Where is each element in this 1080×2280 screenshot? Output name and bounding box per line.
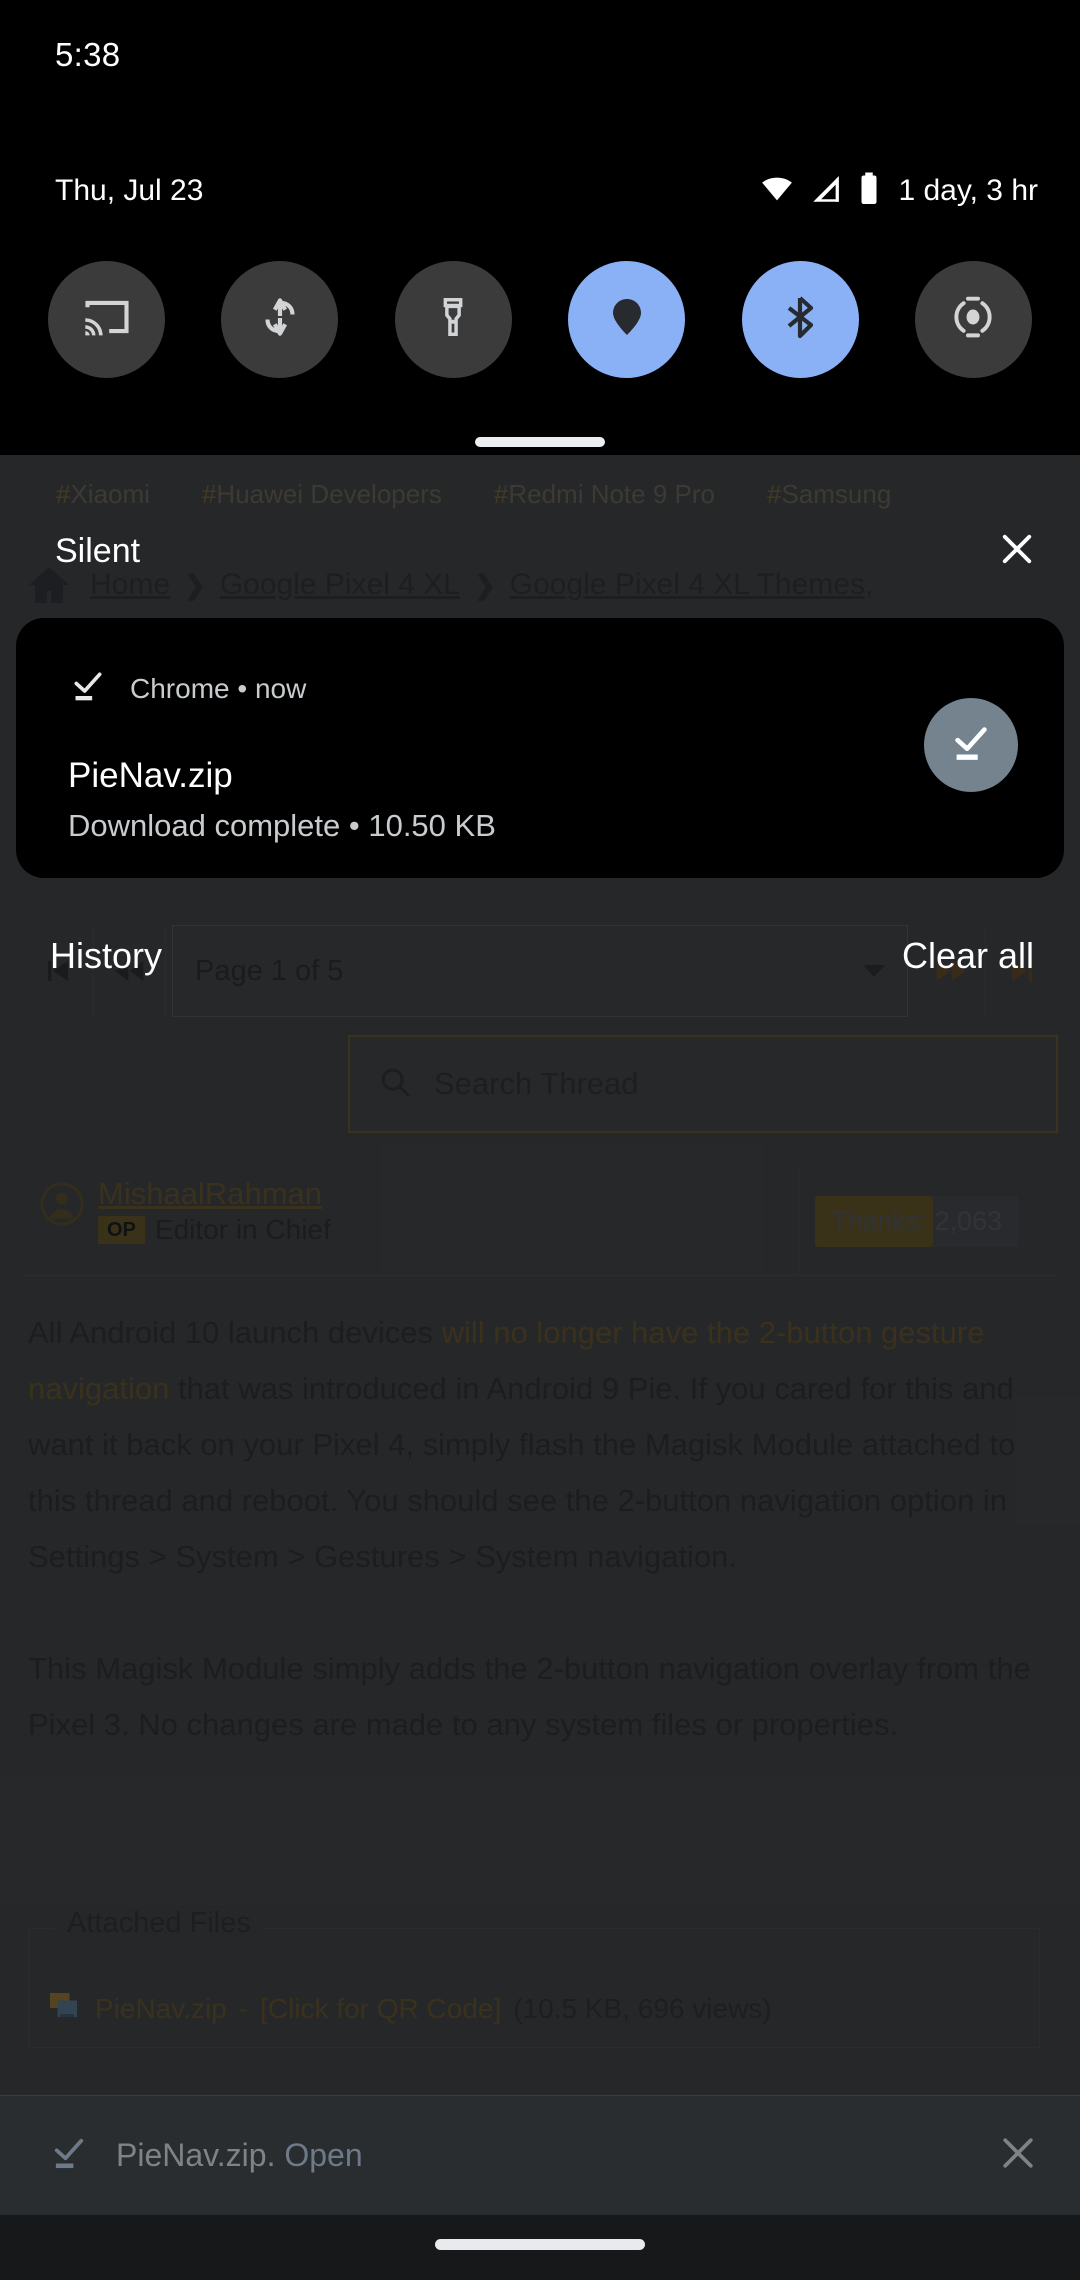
quick-tile-nfc[interactable] — [914, 260, 1032, 378]
download-done-icon — [68, 666, 108, 711]
thanks-badge: Thanks: 2,063 — [815, 1196, 1019, 1247]
notification-shade: 5:38 Thu, Jul 23 1 day, 3 hr — [0, 0, 1080, 455]
attachment-filename: PieNav.zip — [95, 1992, 227, 2024]
separator-dot: • — [237, 672, 248, 704]
status-bar: 5:38 — [0, 0, 1080, 110]
chrome-download-bar: PieNav.zip. Open — [0, 2095, 1080, 2215]
download-open-link[interactable]: Open — [284, 2137, 362, 2173]
download-filename: PieNav.zip. — [116, 2137, 276, 2173]
post-author-username[interactable]: MishaalRahman — [98, 1176, 331, 1212]
history-button[interactable]: History — [50, 935, 162, 977]
attachment-meta: (10.5 KB, 696 views) — [513, 1992, 772, 2024]
download-bar-text: PieNav.zip. Open — [116, 2137, 996, 2174]
notification-large-icon[interactable] — [924, 698, 1018, 792]
chevron-down-icon — [863, 965, 885, 977]
quick-tile-auto-rotate[interactable] — [221, 260, 339, 378]
notification-card-chrome-download[interactable]: Chrome • now PieNav.zip Download complet… — [16, 618, 1064, 878]
attached-files-legend: Attached Files — [55, 1907, 263, 1940]
battery-icon — [856, 171, 882, 212]
download-done-icon — [48, 2132, 90, 2179]
post-paragraph-1: All Android 10 launch devices will no lo… — [28, 1305, 1038, 1585]
close-icon[interactable] — [996, 528, 1038, 575]
quick-tile-flashlight[interactable] — [394, 260, 512, 378]
status-bar-clock: 5:38 — [55, 36, 121, 73]
shade-drag-handle[interactable] — [475, 437, 605, 447]
zip-file-icon — [47, 1987, 83, 2030]
notification-app-row: Chrome • now — [68, 666, 306, 711]
hashtag-samsung[interactable]: #Samsung — [767, 479, 891, 510]
nfc-icon — [948, 292, 998, 347]
gesture-pill[interactable] — [435, 2239, 645, 2250]
thanks-cell: Thanks: 2,063 — [798, 1168, 1058, 1275]
paragraph-1-post: that was introduced in Android 9 Pie. If… — [28, 1371, 1016, 1574]
quick-settings-date: Thu, Jul 23 — [55, 174, 204, 207]
wifi-icon — [758, 172, 796, 211]
silent-section-label: Silent — [55, 531, 141, 570]
quick-settings-header: Thu, Jul 23 1 day, 3 hr — [0, 160, 1080, 222]
bluetooth-icon — [776, 293, 824, 346]
battery-estimate: 1 day, 3 hr — [898, 174, 1038, 207]
notification-subtitle: Download complete • 10.50 KB — [68, 808, 496, 843]
hashtag-label: Xiaomi — [70, 478, 150, 509]
attachment-qr-link[interactable]: [Click for QR Code] — [260, 1993, 501, 2025]
quick-settings-status-icons: 1 day, 3 hr — [758, 171, 1038, 212]
attachment-item[interactable]: PieNav.zip - [Click for QR Code] (10.5 K… — [47, 1987, 772, 2030]
post-paragraph-2: This Magisk Module simply adds the 2-but… — [28, 1651, 1031, 1742]
phone-screen: #Xiaomi #Huawei Developers #Redmi Note 9… — [0, 0, 1080, 2280]
page-select-value: Page 1 of 5 — [195, 954, 344, 987]
hashtag-xiaomi[interactable]: #Xiaomi — [56, 479, 150, 510]
quick-tile-location[interactable] — [568, 260, 686, 378]
post-body: All Android 10 launch devices will no lo… — [28, 1305, 1038, 1809]
silent-section-header: Silent — [0, 518, 1080, 584]
quick-tile-cast[interactable] — [48, 260, 165, 378]
app-name-text: Chrome — [130, 672, 230, 704]
cast-icon — [81, 291, 133, 348]
hashtag-label: Redmi Note 9 Pro — [508, 478, 715, 509]
auto-rotate-icon — [255, 292, 305, 347]
notification-app-name: Chrome • now — [130, 673, 306, 705]
quick-settings-tiles — [0, 255, 1080, 383]
search-thread-field[interactable]: Search Thread — [348, 1035, 1058, 1133]
close-icon[interactable] — [996, 2131, 1040, 2180]
page-select[interactable]: Page 1 of 5 — [172, 925, 908, 1017]
paragraph-1-pre: All Android 10 launch devices — [28, 1315, 442, 1350]
op-badge: OP — [98, 1215, 145, 1244]
signal-icon — [808, 172, 844, 211]
notification-title: PieNav.zip — [68, 756, 233, 795]
attachment-dash: - — [238, 1992, 249, 2024]
flashlight-icon — [430, 294, 476, 345]
avatar-icon — [40, 1182, 84, 1231]
hashtag-redmi-note-9-pro[interactable]: #Redmi Note 9 Pro — [494, 479, 715, 510]
attached-files-section: Attached Files PieNav.zip - [Click for Q… — [28, 1907, 1040, 2048]
post-author-info: MishaalRahman OP Editor in Chief — [22, 1168, 798, 1275]
post-author-title: Editor in Chief — [154, 1213, 331, 1245]
search-placeholder: Search Thread — [434, 1066, 639, 1101]
hashtag-label: Huawei Developers — [216, 478, 442, 509]
quick-tile-bluetooth[interactable] — [741, 260, 859, 378]
notification-time: now — [254, 672, 307, 704]
search-icon — [376, 1063, 414, 1106]
download-done-icon — [948, 720, 994, 771]
clear-all-button[interactable]: Clear all — [902, 935, 1034, 977]
hashtag-label: Samsung — [781, 478, 892, 509]
thanks-label: Thanks: 2,063 — [831, 1206, 1003, 1236]
location-icon — [603, 293, 651, 346]
hashtag-huawei-developers[interactable]: #Huawei Developers — [202, 479, 442, 510]
post-author-row: MishaalRahman OP Editor in Chief Thanks:… — [22, 1168, 1058, 1276]
navigation-bar — [0, 2215, 1080, 2280]
hashtag-row: #Xiaomi #Huawei Developers #Redmi Note 9… — [0, 470, 1080, 518]
